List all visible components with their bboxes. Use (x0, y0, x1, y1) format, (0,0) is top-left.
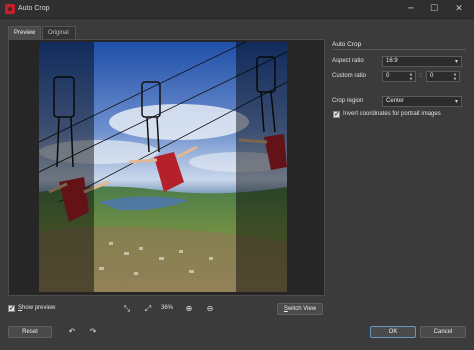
custom-ratio-height-value: 0 (430, 73, 434, 79)
crop-region-label: Crop region (332, 98, 364, 104)
chevron-down-icon: ▾ (454, 98, 458, 105)
section-title: Auto Crop (332, 41, 362, 48)
custom-ratio-height-input[interactable]: 0 ▲ ▼ (426, 71, 460, 82)
cancel-button[interactable]: Cancel (420, 326, 466, 338)
crop-mask-right (236, 42, 287, 292)
ok-button[interactable]: OK (370, 326, 416, 338)
ratio-separator: : (420, 73, 422, 79)
window-title: Auto Crop (18, 5, 50, 12)
spinner-arrows-icon[interactable]: ▲ ▼ (452, 72, 458, 81)
zoom-out-icon[interactable]: ⊖ (205, 304, 215, 314)
spinner-arrows-icon[interactable]: ▲ ▼ (408, 72, 414, 81)
aspect-ratio-label: Aspect ratio (332, 58, 364, 64)
custom-ratio-width-input[interactable]: 0 ▲ ▼ (382, 71, 416, 82)
section-divider (332, 49, 466, 50)
invert-coordinates-checkbox[interactable] (333, 110, 340, 118)
aspect-ratio-select[interactable]: 16:9 ▾ (382, 56, 462, 67)
aspect-ratio-value: 16:9 (386, 58, 398, 64)
reset-button[interactable]: Reset (8, 326, 52, 338)
chevron-down-icon: ▾ (454, 58, 458, 65)
custom-ratio-width-value: 0 (386, 73, 390, 79)
title-bar: Auto Crop ─ ☐ ✕ (0, 0, 474, 19)
app-icon (5, 4, 15, 14)
preview-image (39, 42, 287, 292)
crop-region-select[interactable]: Center ▾ (382, 96, 462, 107)
invert-coordinates-label: Invert coordinates for portrait images (343, 111, 441, 117)
zoom-level: 36% (161, 305, 174, 311)
crop-region-value: Center (386, 98, 405, 104)
fit-to-window-icon[interactable]: ⤡ (122, 304, 132, 314)
close-button[interactable]: ✕ (452, 2, 466, 16)
minimize-button[interactable]: ─ (404, 2, 418, 16)
show-preview-label: Show preview (18, 305, 56, 311)
redo-icon[interactable]: ↷ (88, 327, 98, 337)
crop-mask-left (39, 42, 94, 292)
tab-original[interactable]: Original (42, 26, 76, 39)
tab-preview[interactable]: Preview (8, 26, 41, 39)
zoom-in-icon[interactable]: ⊕ (184, 304, 194, 314)
maximize-button[interactable]: ☐ (427, 2, 441, 16)
switch-view-button[interactable]: Switch View (277, 303, 323, 315)
undo-icon[interactable]: ↶ (67, 327, 77, 337)
actual-size-icon[interactable]: ⤢ (143, 304, 153, 314)
show-preview-checkbox[interactable] (8, 304, 15, 312)
custom-ratio-label: Custom ratio (332, 73, 367, 79)
preview-panel (8, 39, 325, 296)
